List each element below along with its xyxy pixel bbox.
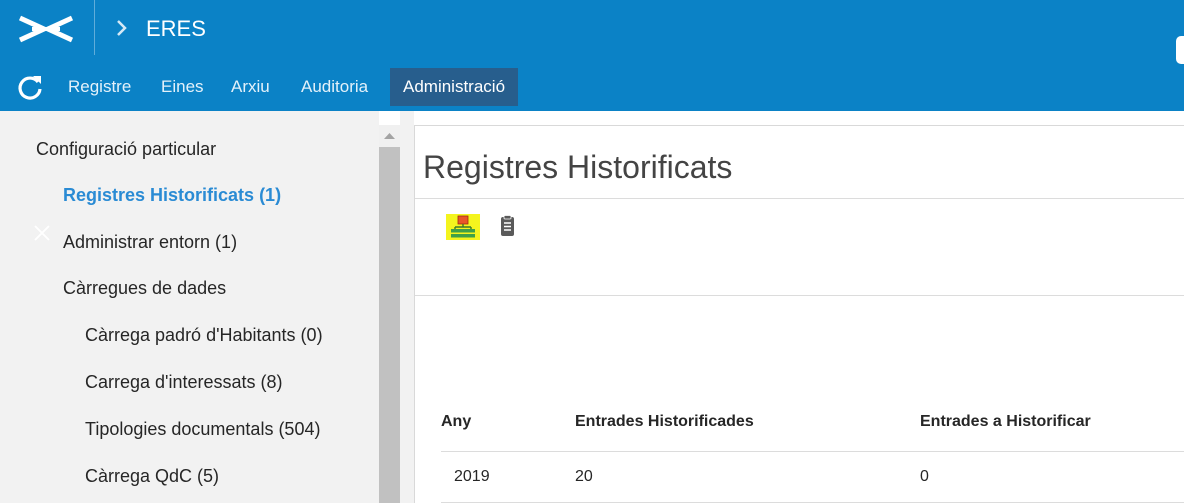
main-panel: Registres Historificats Any Entrades His… bbox=[414, 125, 1184, 503]
nav-item-auditoria[interactable]: Auditoria bbox=[288, 68, 381, 106]
nav-item-eines[interactable]: Eines bbox=[148, 68, 217, 106]
sidebar-item-carregues-de-dades[interactable]: Càrregues de dades bbox=[63, 277, 226, 299]
column-header-entrades-historificades[interactable]: Entrades Historificades bbox=[575, 413, 754, 431]
sitemap-icon[interactable] bbox=[446, 214, 480, 240]
divider bbox=[415, 295, 1184, 296]
sidebar-item-carrega-padro[interactable]: Càrrega padró d'Habitants (0) bbox=[85, 324, 323, 346]
nav-item-administracio[interactable]: Administració bbox=[390, 68, 519, 106]
table-cell-entrades-a-historificar: 0 bbox=[920, 468, 929, 485]
sidebar bbox=[0, 111, 379, 503]
clipboard-icon[interactable] bbox=[494, 214, 528, 240]
sidebar-item-carrega-qdc[interactable]: Càrrega QdC (5) bbox=[85, 465, 219, 487]
sidebar-item-tipologies-documentals[interactable]: Tipologies documentals (504) bbox=[85, 418, 320, 440]
close-icon[interactable] bbox=[33, 224, 51, 242]
app-title: ERES bbox=[146, 16, 206, 41]
header-divider bbox=[94, 0, 95, 55]
scroll-up-arrow-icon[interactable] bbox=[379, 125, 400, 145]
scrollbar-thumb[interactable] bbox=[379, 147, 400, 503]
page-title: Registres Historificats bbox=[423, 149, 733, 185]
nav-item-registre[interactable]: Registre bbox=[55, 68, 144, 106]
refresh-icon[interactable] bbox=[16, 73, 44, 101]
table-cell-entrades-historificades: 20 bbox=[575, 468, 593, 485]
sidebar-item-registres-historificats[interactable]: Registres Historificats (1) bbox=[63, 184, 281, 206]
chevron-right-icon bbox=[117, 20, 127, 36]
table-cell-any: 2019 bbox=[454, 468, 490, 485]
top-right-tab[interactable] bbox=[1176, 36, 1184, 64]
divider bbox=[415, 198, 1184, 199]
top-bar: ERES Registre Eines Arxiu Auditoria Admi… bbox=[0, 0, 1184, 111]
panel-gutter bbox=[400, 111, 414, 503]
table-row-divider bbox=[441, 451, 1184, 452]
sidebar-item-carrega-interessats[interactable]: Carrega d'interessats (8) bbox=[85, 371, 283, 393]
nav-item-arxiu[interactable]: Arxiu bbox=[218, 68, 283, 106]
sidebar-scrollbar[interactable] bbox=[379, 125, 400, 503]
eres-logo-icon[interactable] bbox=[18, 14, 74, 44]
column-header-any[interactable]: Any bbox=[441, 413, 471, 431]
sidebar-item-administrar-entorn[interactable]: Administrar entorn (1) bbox=[63, 231, 237, 253]
sidebar-section-title: Configuració particular bbox=[36, 139, 217, 159]
column-header-entrades-a-historificar[interactable]: Entrades a Historificar bbox=[920, 413, 1091, 431]
